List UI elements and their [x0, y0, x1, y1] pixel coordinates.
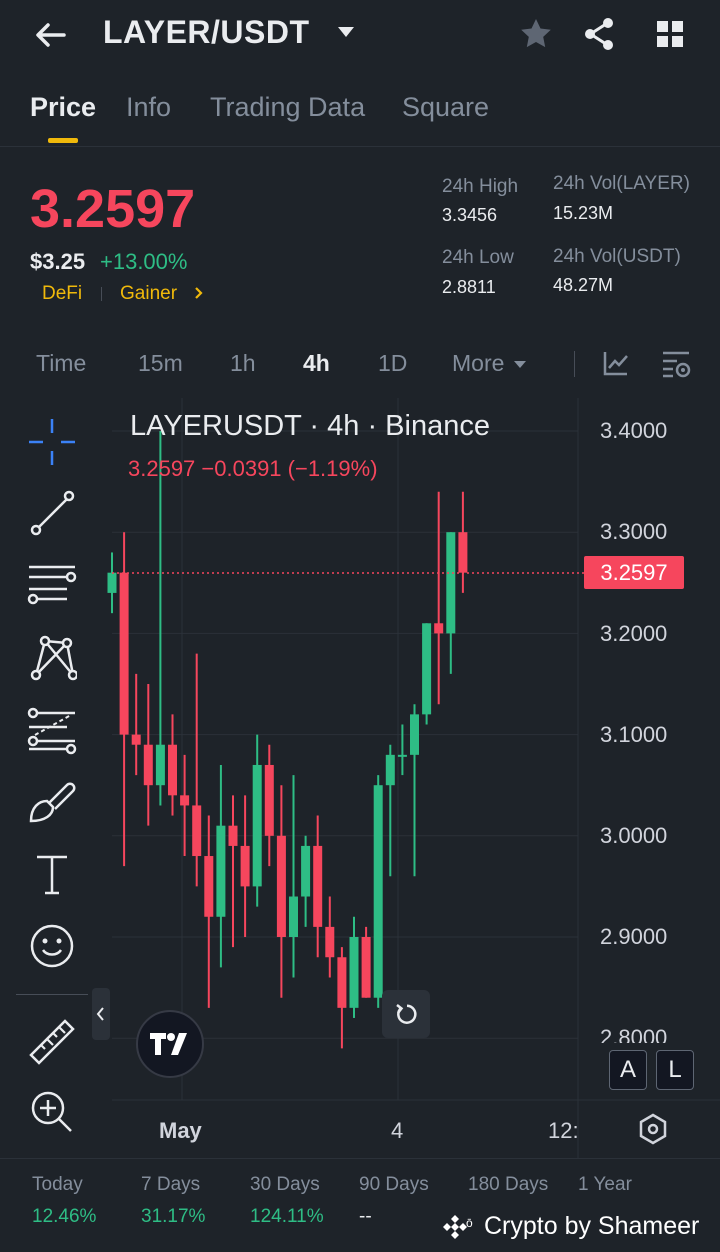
candle-body	[397, 754, 407, 757]
ruler-icon[interactable]	[22, 1012, 82, 1072]
watermark-logo-icon: ō	[443, 1214, 473, 1239]
candle-body	[216, 825, 226, 917]
candle-body	[276, 835, 286, 937]
y-tick: 3.1000	[600, 722, 668, 747]
pattern-icon[interactable]	[22, 626, 82, 686]
candle-body	[240, 845, 250, 887]
y-tick: 3.4000	[600, 418, 668, 443]
horizontal-lines-icon[interactable]	[22, 554, 82, 614]
candle-body	[337, 957, 347, 1008]
reset-chart-button[interactable]	[382, 990, 430, 1038]
watermark: ō Crypto by Shameer	[440, 1212, 699, 1241]
brush-icon[interactable]	[22, 772, 82, 832]
toolbar-divider	[16, 994, 88, 995]
candle-body	[325, 926, 335, 958]
candle-body	[155, 744, 165, 786]
chart-title: LAYERUSDT · 4h · Binance	[130, 410, 490, 442]
perf-label: 90 Days	[359, 1174, 429, 1195]
candle-body	[143, 744, 153, 786]
zoom-in-icon[interactable]	[22, 1082, 82, 1142]
text-tool-icon[interactable]	[22, 844, 82, 904]
perf-label: 1 Year	[578, 1174, 632, 1195]
x-tick: May	[159, 1118, 202, 1143]
perf-value: 12.46%	[32, 1206, 97, 1227]
candle-body	[289, 896, 298, 937]
perf-label: 30 Days	[250, 1174, 320, 1195]
y-tick: 3.3000	[600, 519, 668, 544]
x-tick: 4	[391, 1118, 404, 1143]
candle-body	[458, 532, 468, 573]
svg-text:ō: ō	[466, 1216, 473, 1230]
tradingview-logo[interactable]	[136, 1010, 204, 1078]
fib-levels-icon[interactable]	[22, 700, 82, 760]
candle-body	[180, 795, 190, 806]
perf-label: Today	[32, 1174, 83, 1195]
log-scale-button[interactable]: L	[656, 1050, 694, 1090]
candle-body	[349, 937, 359, 1008]
perf-value: 31.17%	[141, 1206, 206, 1227]
y-tick: 3.0000	[600, 823, 668, 848]
candle-body	[107, 572, 117, 593]
chart-settings-hex-icon[interactable]	[636, 1112, 670, 1146]
collapse-toolbar-button[interactable]	[92, 988, 110, 1040]
x-tick: 12:	[548, 1118, 579, 1143]
candle-body	[301, 845, 311, 897]
candle-body	[434, 623, 444, 634]
candle-body	[385, 754, 395, 786]
candle-body	[228, 825, 238, 846]
candle-body	[446, 532, 456, 634]
candle-body	[264, 764, 274, 836]
candle-body	[422, 623, 432, 715]
last-price-tag: 3.2597	[584, 556, 684, 589]
candle-body	[204, 856, 214, 917]
emoji-icon[interactable]	[22, 916, 82, 976]
candle-body	[192, 805, 202, 857]
candle-body	[373, 785, 383, 998]
y-tick: 3.2000	[600, 621, 668, 646]
candle-body	[168, 744, 177, 796]
y-tick: 2.8000	[600, 1025, 668, 1043]
perf-label: 7 Days	[141, 1174, 201, 1195]
perf-value: --	[359, 1206, 372, 1227]
watermark-text: Crypto by Shameer	[484, 1212, 700, 1240]
candle-body	[252, 764, 262, 887]
candle-body	[410, 714, 419, 755]
candle-body	[131, 734, 141, 745]
y-tick: 2.9000	[600, 924, 668, 949]
candle-body	[119, 572, 129, 735]
trend-line-icon[interactable]	[22, 482, 82, 542]
perf-label: 180 Days	[468, 1174, 549, 1195]
auto-scale-button[interactable]: A	[609, 1050, 647, 1090]
candle-body	[313, 845, 323, 927]
perf-value: 124.11%	[250, 1206, 324, 1227]
candle-body	[361, 937, 371, 998]
chart-ohlc: 3.2597 −0.0391 (−1.19%)	[128, 456, 378, 481]
crosshair-icon[interactable]	[22, 412, 82, 472]
